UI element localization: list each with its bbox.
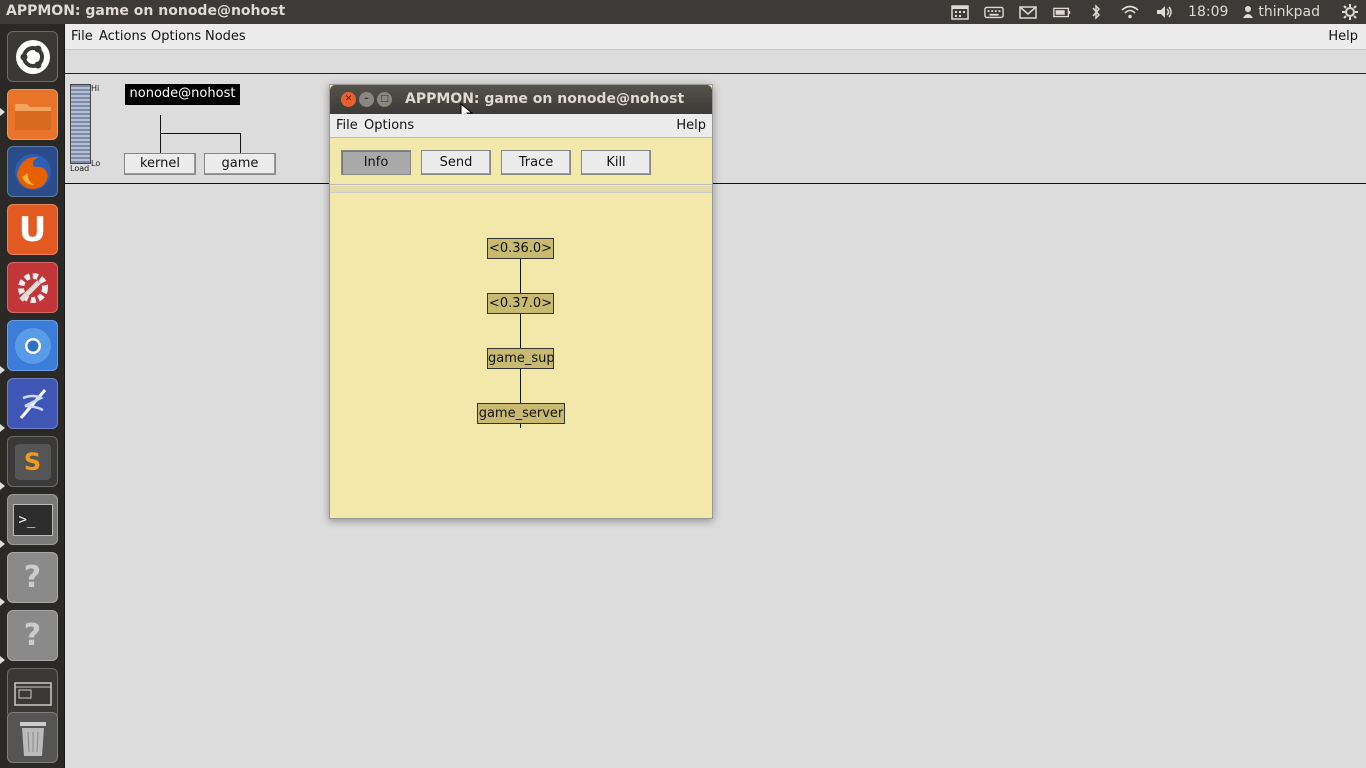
main-menubar: File Actions Options Nodes Help: [65, 24, 1366, 50]
dialog-separator: [330, 186, 712, 193]
top-panel: APPMON: game on nonode@nohost 18:09 thin…: [0, 0, 1366, 24]
info-button[interactable]: Info: [341, 150, 411, 175]
menu-actions[interactable]: Actions: [99, 29, 147, 44]
window-title: APPMON: game on nonode@nohost: [6, 3, 286, 19]
question-mark-icon: ?: [23, 560, 42, 595]
software-center-icon: U: [18, 209, 47, 250]
dialog-titlebar[interactable]: ✕ – □ APPMON: game on nonode@nohost: [330, 85, 712, 122]
menu-options[interactable]: Options: [151, 29, 201, 44]
send-button[interactable]: Send: [421, 150, 491, 175]
load-lo-label: Lo: [91, 159, 101, 168]
process-node-root[interactable]: <0.36.0>: [487, 238, 554, 259]
dialog-button-row: Info Send Trace Kill: [330, 138, 712, 185]
user-menu[interactable]: thinkpad: [1242, 4, 1327, 20]
settings-wrench-icon: [17, 272, 48, 303]
calendar-icon[interactable]: [950, 4, 970, 20]
files-button[interactable]: [7, 89, 58, 140]
menu-file[interactable]: File: [71, 29, 93, 44]
process-node-supervisor[interactable]: game_sup: [487, 348, 555, 369]
keyboard-icon[interactable]: [984, 4, 1004, 20]
launcher: U S >_ ? ?: [0, 24, 65, 768]
terminal-button[interactable]: >_: [7, 494, 58, 545]
gvim-button[interactable]: [7, 378, 58, 429]
user-name: thinkpad: [1258, 4, 1320, 20]
unknown-app-button-1[interactable]: ?: [7, 552, 58, 603]
maximize-icon[interactable]: □: [377, 92, 392, 107]
app-kernel-button[interactable]: kernel: [124, 153, 196, 175]
close-icon[interactable]: ✕: [341, 92, 356, 107]
dialog-menu-help[interactable]: Help: [676, 118, 706, 133]
sublime-text-icon: S: [14, 443, 51, 480]
sublime-text-button[interactable]: S: [7, 436, 58, 487]
ubuntu-logo-icon: [15, 39, 50, 74]
software-center-button[interactable]: U: [7, 204, 58, 255]
appmon-dialog: ✕ – □ APPMON: game on nonode@nohost File…: [329, 84, 713, 519]
process-node-master[interactable]: <0.37.0>: [487, 293, 554, 314]
session-gear-icon[interactable]: [1341, 3, 1359, 21]
toolbar-strip: [65, 50, 1366, 74]
workspace-switcher-icon: [13, 681, 52, 706]
menu-help[interactable]: Help: [1328, 29, 1358, 44]
dialog-menu-file[interactable]: File: [336, 118, 358, 133]
load-meter: [70, 84, 91, 164]
firefox-button[interactable]: [7, 146, 58, 197]
firefox-icon: [14, 153, 51, 190]
menu-nodes[interactable]: Nodes: [205, 29, 246, 44]
trace-button[interactable]: Trace: [501, 150, 571, 175]
mail-icon[interactable]: [1018, 4, 1038, 20]
load-hi-label: Hi: [91, 84, 100, 93]
dash-button[interactable]: [7, 31, 58, 82]
wifi-icon[interactable]: [1120, 4, 1140, 20]
unknown-app-button-2[interactable]: ?: [7, 610, 58, 661]
folder-icon: [14, 103, 51, 130]
battery-icon[interactable]: [1052, 4, 1072, 20]
dialog-menubar: File Options Help: [330, 114, 712, 138]
process-node-server[interactable]: game_server: [477, 403, 565, 424]
volume-icon[interactable]: [1154, 4, 1174, 20]
load-label: Load: [70, 164, 90, 173]
kill-button[interactable]: Kill: [581, 150, 651, 175]
system-tray: 18:09 thinkpad: [943, 0, 1366, 24]
terminal-icon: >_: [12, 503, 53, 536]
chromium-icon: [14, 327, 51, 364]
clock[interactable]: 18:09: [1188, 4, 1228, 20]
user-icon: [1243, 6, 1254, 18]
trash-icon: [19, 721, 46, 756]
chromium-button[interactable]: [7, 320, 58, 371]
node-name[interactable]: nonode@nohost: [125, 84, 240, 105]
trash-button[interactable]: [7, 712, 58, 763]
question-mark-icon: ?: [23, 618, 42, 653]
system-settings-button[interactable]: [7, 262, 58, 313]
dialog-title: APPMON: game on nonode@nohost: [405, 91, 685, 107]
text-editor-icon: [19, 388, 46, 419]
app-game-button[interactable]: game: [204, 153, 276, 175]
node-area: Hi Lo Load nonode@nohost kernel game: [65, 74, 1366, 184]
minimize-icon[interactable]: –: [359, 92, 374, 107]
bluetooth-icon[interactable]: [1086, 4, 1106, 20]
dialog-menu-options[interactable]: Options: [364, 118, 414, 133]
